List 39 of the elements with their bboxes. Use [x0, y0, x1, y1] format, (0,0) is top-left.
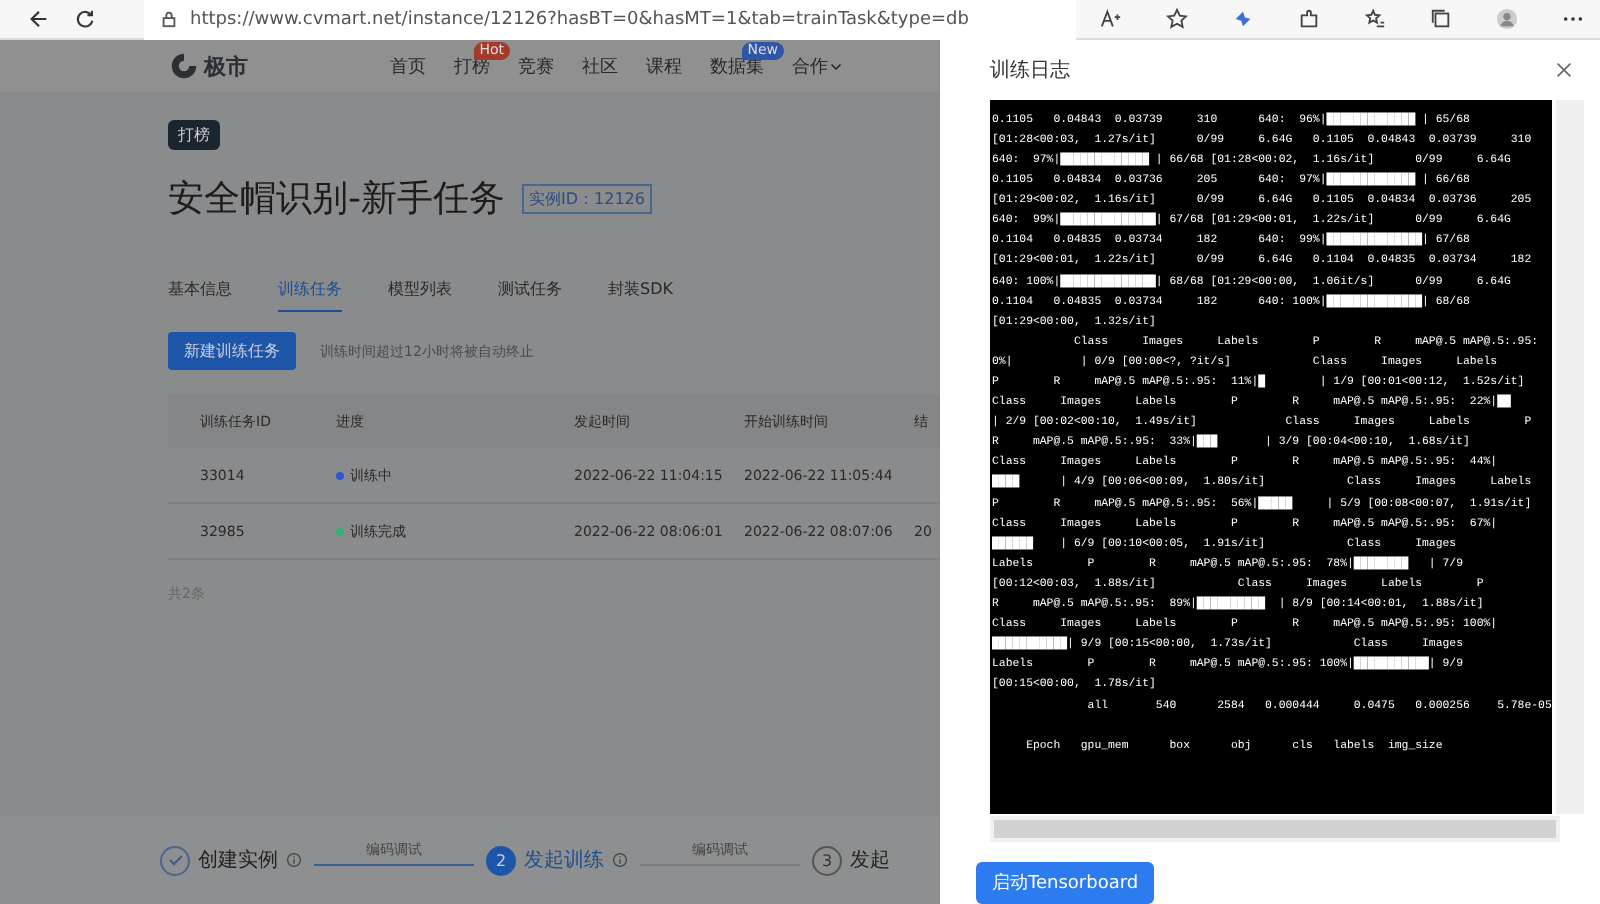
- tab[interactable]: 训练任务: [278, 278, 342, 312]
- address-bar[interactable]: https://www.cvmart.net/instance/12126?hasBT=0&hasMT=1&tab=trainTask&type=db: [144, 0, 1076, 39]
- step-circle: 2: [486, 845, 516, 875]
- extension-icon[interactable]: [1232, 8, 1254, 30]
- step-label: 发起: [850, 847, 890, 874]
- page-title: 安全帽识别-新手任务: [168, 176, 505, 222]
- horizontal-scrollbar[interactable]: [990, 816, 1560, 843]
- avatar-icon[interactable]: [1496, 8, 1518, 30]
- star-icon[interactable]: [1166, 8, 1188, 30]
- nav-link[interactable]: 课程: [646, 53, 682, 79]
- tab[interactable]: 模型列表: [388, 278, 452, 312]
- new-task-button[interactable]: 新建训练任务: [168, 332, 296, 370]
- nav-link[interactable]: 竞赛: [518, 53, 554, 79]
- step-circle: 3: [812, 845, 842, 875]
- category-tag: 打榜: [168, 120, 220, 150]
- tab[interactable]: 基本信息: [168, 278, 232, 312]
- info-icon[interactable]: [286, 852, 302, 868]
- favorites-icon[interactable]: [1364, 8, 1386, 30]
- back-icon[interactable]: [28, 8, 50, 30]
- lock-icon: [160, 10, 178, 28]
- tab[interactable]: 封装SDK: [608, 278, 673, 312]
- tab[interactable]: 测试任务: [498, 278, 562, 312]
- nav-link[interactable]: 社区: [582, 53, 618, 79]
- nav-link[interactable]: 合作: [792, 53, 842, 79]
- collections-icon[interactable]: [1430, 8, 1452, 30]
- instance-id-badge: 实例ID：12126: [521, 183, 653, 213]
- step-label: 创建实例: [198, 847, 278, 874]
- info-icon[interactable]: [612, 852, 628, 868]
- read-aloud-icon[interactable]: [1100, 8, 1122, 30]
- url-text: https://www.cvmart.net/instance/12126?hasBT=0&hasMT=1&tab=trainTask&type=db: [190, 9, 969, 29]
- refresh-icon[interactable]: [74, 8, 96, 30]
- puzzle-icon[interactable]: [1298, 8, 1320, 30]
- close-icon[interactable]: [1556, 61, 1572, 78]
- step-label: 发起训练: [524, 847, 604, 874]
- drawer-title: 训练日志: [990, 57, 1070, 84]
- logo-icon: [170, 52, 198, 80]
- logo-text: 极市: [204, 51, 248, 81]
- nav-link[interactable]: 首页: [390, 53, 426, 79]
- tensorboard-button[interactable]: 启动Tensorboard: [976, 862, 1155, 904]
